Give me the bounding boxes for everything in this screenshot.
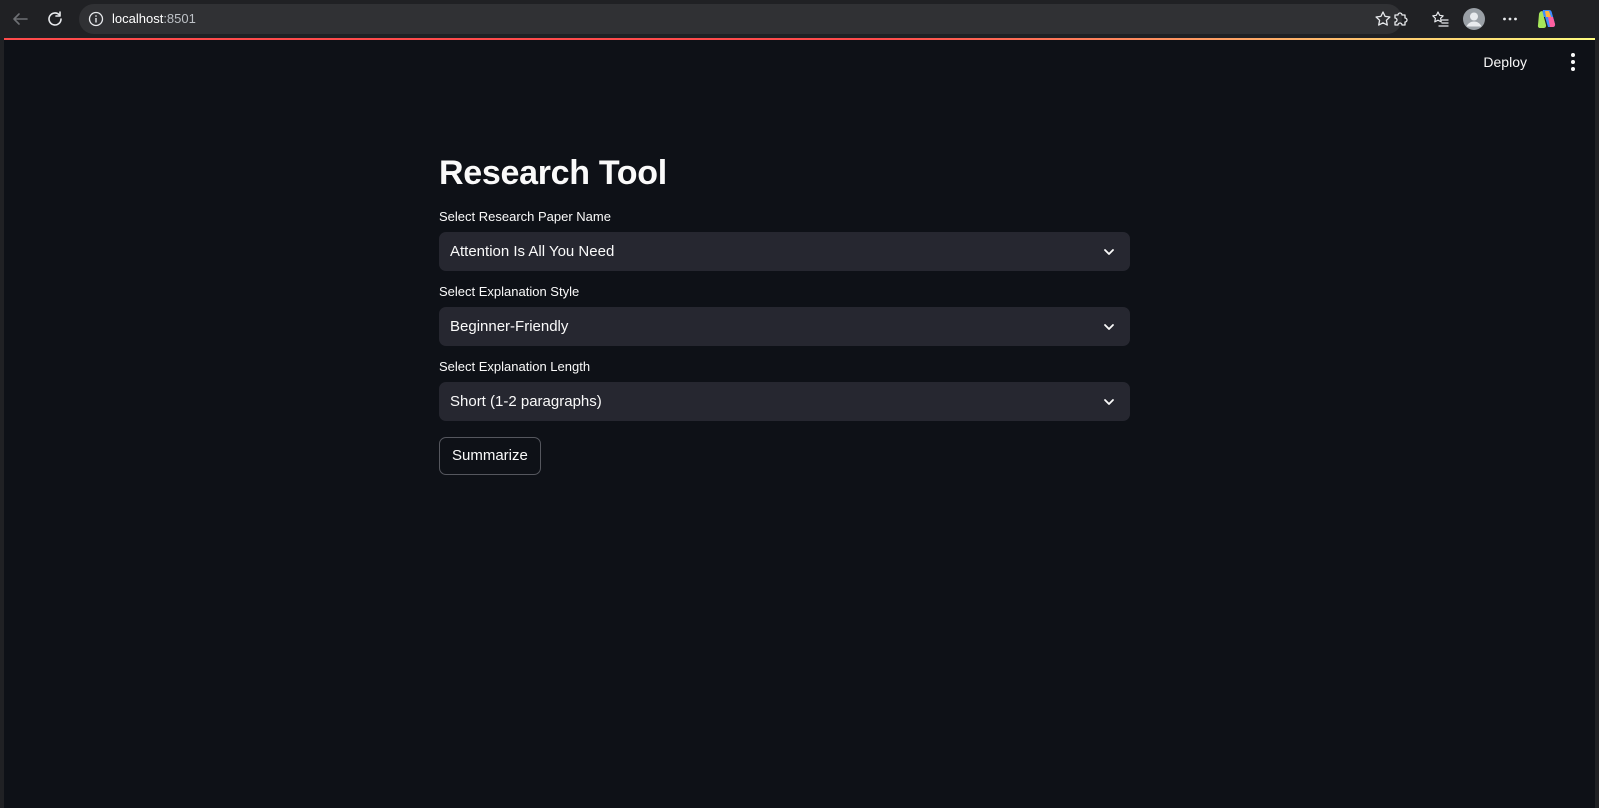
deploy-button[interactable]: Deploy (1479, 52, 1531, 72)
length-select[interactable]: Short (1-2 paragraphs) (439, 382, 1130, 421)
copilot-button[interactable] (1535, 7, 1559, 31)
style-select[interactable]: Beginner-Friendly (439, 307, 1130, 346)
favorites-button[interactable] (1428, 7, 1452, 31)
main-content: Research Tool Select Research Paper Name… (439, 142, 1130, 475)
back-button[interactable] (8, 7, 32, 31)
url-port: :8501 (163, 11, 196, 26)
chevron-down-icon (1104, 324, 1114, 330)
paper-select[interactable]: Attention Is All You Need (439, 232, 1130, 271)
url-text[interactable]: localhost:8501 (112, 11, 196, 27)
more-options-button[interactable] (1498, 7, 1522, 31)
reload-icon (48, 11, 62, 26)
main-menu-button[interactable] (1563, 52, 1583, 72)
length-select-label: Select Explanation Length (439, 359, 591, 374)
paper-select-value: Attention Is All You Need (450, 243, 615, 260)
paper-select-label: Select Research Paper Name (439, 209, 611, 224)
browser-toolbar: localhost:8501 (0, 0, 1599, 38)
favorites-list-icon (1432, 11, 1449, 27)
app-container: Deploy Research Tool Select Research Pap… (4, 40, 1595, 808)
menu-dot (1571, 53, 1575, 57)
profile-button[interactable] (1462, 7, 1486, 31)
back-arrow-icon (13, 13, 28, 25)
chevron-down-icon (1104, 399, 1114, 405)
copilot-icon (1537, 10, 1556, 28)
menu-dot (1571, 67, 1575, 71)
avatar-icon (1463, 8, 1485, 30)
extensions-button[interactable] (1388, 7, 1412, 31)
menu-dot (1571, 60, 1575, 64)
url-host: localhost (112, 11, 164, 26)
chevron-down-icon (1104, 249, 1114, 255)
puzzle-icon (1394, 12, 1408, 26)
summarize-button[interactable]: Summarize (439, 437, 541, 475)
style-select-value: Beginner-Friendly (450, 318, 569, 335)
address-bar[interactable]: localhost:8501 (79, 4, 1402, 34)
length-select-value: Short (1-2 paragraphs) (450, 393, 602, 410)
reload-button[interactable] (43, 7, 67, 31)
site-info-icon[interactable] (88, 11, 104, 27)
style-select-label: Select Explanation Style (439, 284, 580, 299)
horizontal-dots-icon (1503, 17, 1517, 21)
page-title: Research Tool (439, 154, 667, 192)
